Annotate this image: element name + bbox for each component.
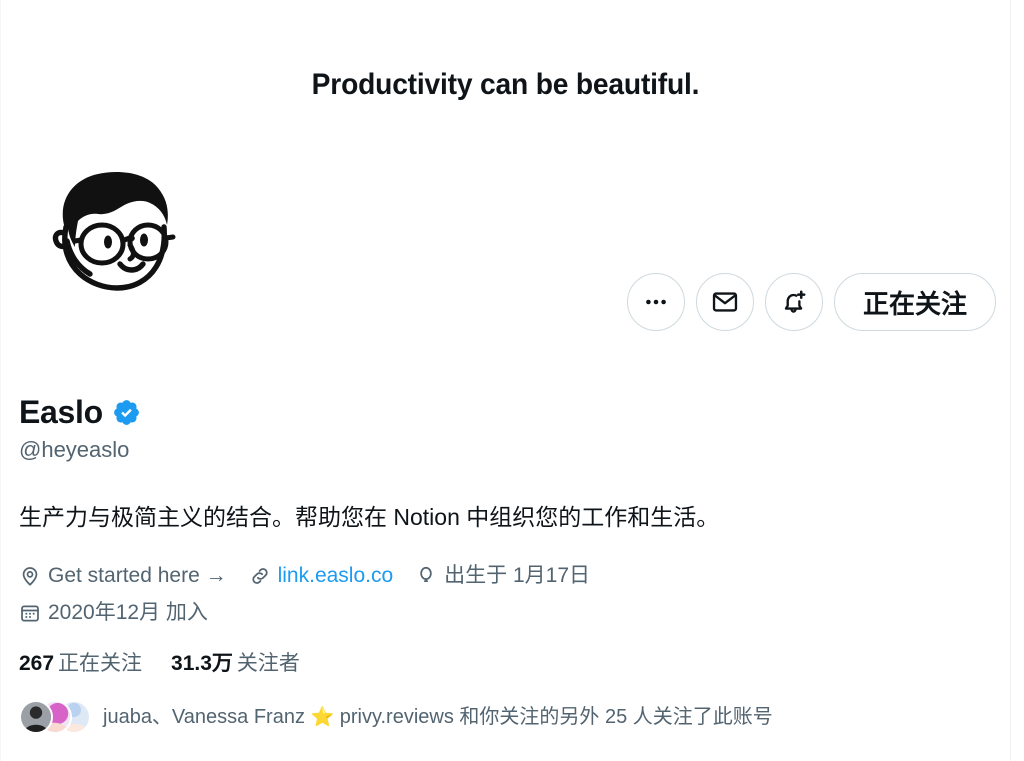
avatar[interactable]: [18, 141, 204, 327]
facepile-avatar-1: [19, 700, 53, 734]
followed-by-prefix: juaba、Vanessa Franz: [103, 705, 311, 728]
meta-link[interactable]: link.easlo.co: [249, 560, 394, 591]
location-pin-icon: [22, 566, 38, 586]
meta-joined: 2020年12月 加入: [19, 597, 208, 628]
profile-handle: @heyeaslo: [19, 437, 130, 462]
verified-badge-icon: [114, 399, 139, 425]
meta-location-text: Get started here →: [48, 564, 227, 587]
meta-birthday-text: 出生于 1月17日: [444, 564, 591, 587]
followers-count: 31.3万: [171, 652, 233, 675]
profile-stats: 267 正在关注 31.3万 关注者: [19, 650, 300, 678]
more-horizontal-icon: [646, 299, 666, 305]
meta-birthday: 出生于 1月17日: [415, 560, 590, 591]
meta-link-text[interactable]: link.easlo.co: [278, 560, 394, 591]
balloon-icon: [420, 566, 432, 582]
profile-page: Productivity can be beautiful. 正在关注 Easl…: [0, 0, 1024, 761]
followed-by-middle: privy.reviews 和你关注的另外 25 人关注了此账号: [334, 705, 773, 728]
followers-label: 关注者: [236, 652, 300, 675]
stat-following[interactable]: 267 正在关注: [19, 650, 142, 678]
profile-bio: 生产力与极简主义的结合。帮助您在 Notion 中组织您的工作和生活。: [19, 504, 720, 530]
avatar-illustration: [18, 141, 204, 327]
following-count: 267: [19, 652, 55, 675]
column-border-right: [1010, 0, 1011, 761]
page-title: Easlo: [19, 394, 103, 430]
chain-link-icon: [252, 567, 268, 584]
meta-row-secondary: 2020年12月 加入: [19, 597, 994, 628]
avatar-thumbnail-icon: [21, 702, 51, 732]
avatar-eye-left: [104, 235, 112, 249]
display-name-row: Easlo: [19, 392, 979, 432]
followed-by-text: juaba、Vanessa Franz ⭐ privy.reviews 和你关注…: [103, 704, 773, 731]
meta-row-primary: Get started here → link.easlo.co 出生于 1月1…: [19, 560, 994, 591]
envelope-icon: [712, 292, 738, 312]
notify-button[interactable]: [765, 273, 823, 331]
bell-plus-icon: [784, 290, 806, 313]
followed-by-facepile: [19, 700, 93, 734]
profile-meta: Get started here → link.easlo.co 出生于 1月1…: [19, 560, 994, 628]
meta-joined-text: 2020年12月 加入: [48, 601, 208, 624]
calendar-icon: [21, 605, 39, 621]
banner-headline-text: Productivity can be beautiful.: [311, 68, 700, 101]
stat-followers[interactable]: 31.3万 关注者: [171, 650, 300, 678]
more-options-button[interactable]: [627, 273, 685, 331]
profile-identity: Easlo @heyeaslo: [19, 392, 979, 465]
message-button[interactable]: [696, 273, 754, 331]
following-label: 正在关注: [58, 652, 143, 675]
star-icon: ⭐: [310, 706, 335, 728]
profile-action-buttons: 正在关注: [627, 273, 996, 331]
avatar-eye-right: [140, 233, 148, 247]
meta-location: Get started here →: [19, 560, 227, 591]
followed-by-row[interactable]: juaba、Vanessa Franz ⭐ privy.reviews 和你关注…: [19, 700, 773, 734]
following-button[interactable]: 正在关注: [834, 273, 996, 331]
